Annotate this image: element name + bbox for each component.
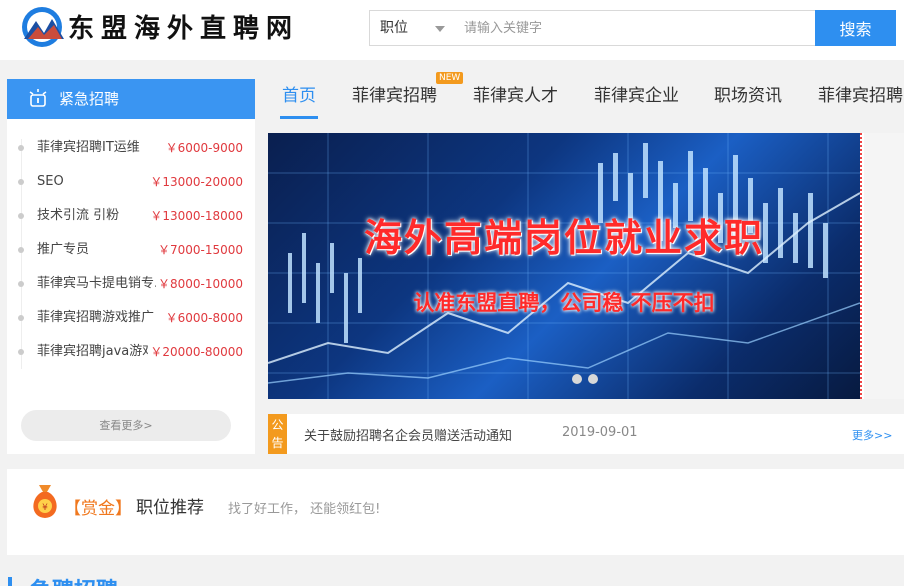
reward-title: 职位推荐	[136, 498, 204, 518]
list-item[interactable]: 菲律宾马卡提电销专... ￥8000-10000	[7, 267, 255, 301]
job-salary: ￥6000-8000	[163, 301, 243, 335]
site-header: 东盟海外直聘网 职位 搜索	[0, 0, 904, 60]
job-salary: ￥20000-80000	[148, 335, 243, 369]
job-salary: ￥7000-15000	[155, 233, 243, 267]
active-tab-indicator	[280, 116, 318, 119]
reward-tag: 【赏金】	[64, 499, 132, 519]
bullet-icon	[18, 213, 24, 219]
bullet-icon	[18, 315, 24, 321]
list-item[interactable]: 推广专员 ￥7000-15000	[7, 233, 255, 267]
bullet-icon	[18, 349, 24, 355]
banner-title: 海外高端岗位就业求职	[363, 216, 764, 260]
search-bar: 职位 搜索	[369, 10, 896, 47]
list-item[interactable]: 菲律宾招聘java游戏... ￥20000-80000	[7, 335, 255, 369]
job-salary: ￥13000-20000	[148, 165, 243, 199]
bullet-icon	[18, 281, 24, 287]
stock-chart-background	[268, 133, 860, 399]
tab-philippines-companies[interactable]: 菲律宾企业	[594, 81, 679, 106]
list-item[interactable]: 菲律宾招聘IT运维 ￥6000-9000	[7, 131, 255, 165]
new-badge: NEW	[436, 72, 464, 84]
tab-philippines-talent[interactable]: 菲律宾人才	[473, 81, 558, 106]
money-bag-icon: ¥	[33, 485, 57, 518]
chevron-down-icon	[435, 26, 445, 32]
carousel-dots	[572, 369, 604, 388]
job-salary: ￥6000-9000	[163, 131, 243, 165]
notice-date: 2019-09-01	[562, 425, 638, 440]
bullet-icon	[18, 179, 24, 185]
search-button[interactable]: 搜索	[815, 10, 896, 46]
list-item[interactable]: 菲律宾招聘游戏推广 ￥6000-8000	[7, 301, 255, 335]
urgent-job-list: 菲律宾招聘IT运维 ￥6000-9000 SEO ￥13000-20000 技术…	[7, 131, 255, 369]
list-item[interactable]: SEO ￥13000-20000	[7, 165, 255, 199]
search-input[interactable]	[454, 10, 816, 46]
carousel-dot[interactable]	[588, 374, 598, 384]
banner-divider	[860, 133, 862, 399]
urgent-hiring-title: 紧急招聘	[59, 90, 120, 108]
notice-link[interactable]: 关于鼓励招聘名企会员赠送活动通知	[304, 425, 512, 444]
urgent-hiring-header: 紧急招聘	[7, 79, 255, 119]
carousel-dot[interactable]	[572, 374, 582, 384]
main-nav: 首页 菲律宾招聘 NEW 菲律宾人才 菲律宾企业 职场资讯 菲律宾招聘	[268, 72, 904, 122]
bullet-icon	[18, 145, 24, 151]
tab-philippines-jobs-2[interactable]: 菲律宾招聘	[818, 81, 903, 106]
tab-home[interactable]: 首页	[282, 81, 316, 106]
view-more-button[interactable]: 查看更多>	[21, 410, 231, 441]
urgent-hiring-panel: 紧急招聘 菲律宾招聘IT运维 ￥6000-9000 SEO ￥13000-200…	[7, 79, 255, 454]
banner-subtitle: 认准东盟直聘，公司稳 不压不扣	[413, 291, 715, 315]
reward-subtitle: 找了好工作， 还能领红包!	[228, 502, 381, 517]
svg-text:¥: ¥	[42, 503, 48, 513]
job-salary: ￥8000-10000	[155, 267, 243, 301]
job-name[interactable]: 菲律宾招聘IT运维	[37, 131, 177, 165]
search-category-select[interactable]: 职位	[369, 10, 455, 46]
job-salary: ￥13000-18000	[148, 199, 243, 233]
job-name[interactable]: 菲律宾招聘游戏推广	[37, 301, 177, 335]
next-section-header: 急聘招聘	[0, 570, 904, 586]
search-category-label: 职位	[380, 20, 408, 36]
tab-career-news[interactable]: 职场资讯	[714, 81, 782, 106]
banner-slide[interactable]: 海外高端岗位就业求职 认准东盟直聘，公司稳 不压不扣	[268, 133, 860, 399]
bullet-icon	[18, 247, 24, 253]
banner-carousel: 海外高端岗位就业求职 认准东盟直聘，公司稳 不压不扣	[268, 133, 904, 399]
notice-tag: 公告	[268, 414, 287, 454]
notice-bar: 公告 关于鼓励招聘名企会员赠送活动通知 2019-09-01 更多>>	[268, 414, 904, 454]
notice-more-link[interactable]: 更多>>	[852, 427, 892, 443]
logo-text[interactable]: 东盟海外直聘网	[68, 8, 299, 45]
reward-recommendation-section: ¥ 【赏金】 职位推荐 找了好工作， 还能领红包!	[7, 469, 904, 555]
alarm-icon	[29, 89, 47, 107]
section-title: 急聘招聘	[30, 573, 118, 586]
logo-icon[interactable]	[18, 5, 66, 49]
section-accent-bar	[8, 577, 12, 586]
list-item[interactable]: 技术引流 引粉 ￥13000-18000	[7, 199, 255, 233]
tab-philippines-jobs[interactable]: 菲律宾招聘	[352, 81, 437, 106]
banner-next-slide-peek	[864, 133, 904, 399]
